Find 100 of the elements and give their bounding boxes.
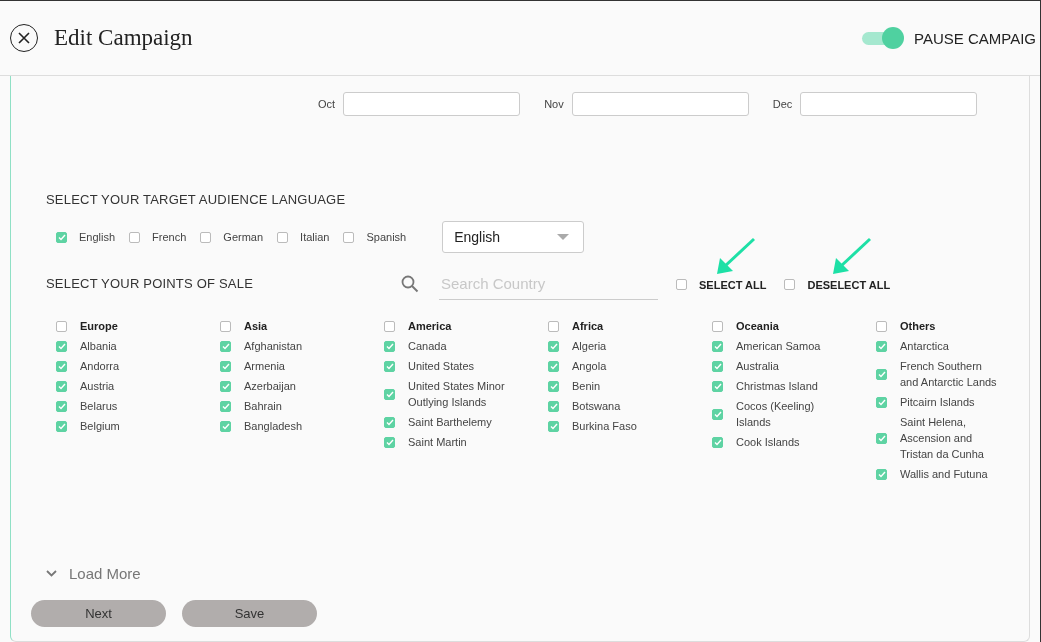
country-label: Saint Helena, Ascension and Tristan da Cunha — [900, 415, 985, 462]
checkbox[interactable] — [876, 320, 887, 332]
checkbox[interactable] — [876, 432, 887, 444]
checkbox-label: Spanish — [366, 231, 407, 243]
checkbox[interactable] — [712, 436, 723, 448]
country-label: Antarctica — [900, 339, 949, 354]
country-label: Benin — [572, 379, 601, 394]
month-label: Nov — [544, 98, 564, 110]
checkbox[interactable] — [548, 420, 559, 432]
country-label: Australia — [736, 359, 779, 374]
checkbox[interactable] — [384, 416, 395, 428]
checkbox[interactable] — [384, 360, 395, 372]
checkbox[interactable] — [384, 436, 395, 448]
country-label: Cocos (Keeling) Islands — [736, 399, 816, 430]
country-label: United States — [408, 359, 475, 374]
month-input[interactable] — [343, 92, 521, 116]
checkbox[interactable] — [220, 320, 231, 332]
checkbox[interactable] — [876, 340, 887, 352]
country-label: Burkina Faso — [572, 419, 637, 434]
checkbox[interactable] — [343, 231, 355, 243]
checkbox[interactable] — [712, 360, 723, 372]
checkbox[interactable] — [129, 231, 141, 243]
region-label: Asia — [244, 319, 268, 334]
country-label: Christmas Island — [736, 379, 818, 394]
checkbox[interactable] — [56, 400, 67, 412]
country-label: Bahrain — [244, 399, 282, 414]
checkbox[interactable] — [56, 340, 67, 352]
checkbox[interactable] — [548, 340, 559, 352]
country-label: Azerbaijan — [244, 379, 296, 394]
checkbox[interactable] — [712, 380, 723, 392]
section-heading: SELECT YOUR POINTS OF SALE — [46, 276, 253, 291]
toggle-label: PAUSE CAMPAIG — [914, 29, 1036, 47]
checkbox-label: German — [223, 231, 264, 243]
country-label: Botswana — [572, 399, 621, 414]
checkbox[interactable] — [876, 396, 887, 408]
checkbox[interactable] — [56, 360, 67, 372]
checkbox[interactable] — [548, 320, 559, 332]
checkbox[interactable] — [876, 468, 887, 480]
country-label: Austria — [80, 379, 115, 394]
country-label: Saint Martin — [408, 435, 467, 450]
country-label: American Samoa — [736, 339, 821, 354]
country-label: Andorra — [80, 359, 120, 374]
action-button[interactable]: Save — [182, 600, 317, 627]
checkbox[interactable] — [200, 231, 212, 243]
region-label: Europe — [80, 319, 118, 334]
checkbox[interactable] — [876, 368, 887, 380]
toggle-switch[interactable] — [862, 27, 904, 49]
checkbox[interactable] — [220, 380, 231, 392]
checkbox[interactable] — [220, 360, 231, 372]
checkbox[interactable] — [548, 380, 559, 392]
language-dropdown[interactable]: English — [442, 221, 585, 253]
checkbox[interactable] — [384, 320, 395, 332]
country-label: Pitcairn Islands — [900, 395, 975, 410]
region-label: Others — [900, 319, 936, 334]
country-label: Angola — [572, 359, 607, 374]
checkbox[interactable] — [220, 420, 231, 432]
checkbox[interactable] — [220, 400, 231, 412]
country-label: Armenia — [244, 359, 285, 374]
checkbox[interactable] — [784, 279, 796, 290]
checkbox-label: SELECT ALL — [699, 278, 767, 291]
country-label: Wallis and Futuna — [900, 467, 988, 482]
checkbox[interactable] — [384, 388, 395, 400]
region-label: America — [408, 319, 452, 334]
action-button[interactable]: Next — [31, 600, 166, 627]
checkbox[interactable] — [56, 320, 67, 332]
country-label: Algeria — [572, 339, 607, 354]
month-input[interactable] — [800, 92, 978, 116]
checkbox[interactable] — [56, 380, 67, 392]
load-more-button[interactable]: Load More — [46, 565, 1029, 582]
arrow-annotation-icon — [716, 236, 757, 275]
checkbox[interactable] — [384, 340, 395, 352]
country-label: Albania — [80, 339, 117, 354]
caret-icon — [557, 234, 570, 240]
checkbox[interactable] — [548, 360, 559, 372]
arrow-annotation-icon — [832, 236, 873, 275]
checkbox[interactable] — [220, 340, 231, 352]
checkbox[interactable] — [548, 400, 559, 412]
country-label: Cook Islands — [736, 435, 800, 450]
close-icon — [18, 32, 30, 44]
country-label: Bangladesh — [244, 419, 303, 434]
checkbox-label: French — [152, 231, 187, 243]
checkbox[interactable] — [712, 320, 723, 332]
checkbox[interactable] — [712, 408, 723, 420]
checkbox[interactable] — [712, 340, 723, 352]
section-heading: SELECT YOUR TARGET AUDIENCE LANGUAGE — [46, 192, 347, 207]
checkbox[interactable] — [277, 231, 289, 243]
checkbox[interactable] — [56, 420, 67, 432]
country-label: United States Minor Outlying Islands — [408, 379, 506, 410]
region-label: Oceania — [736, 319, 779, 334]
country-label: Canada — [408, 339, 447, 354]
checkbox-label: DESELECT ALL — [807, 278, 891, 291]
checkbox[interactable] — [56, 231, 67, 243]
checkbox-label: Italian — [300, 231, 330, 243]
country-label: Saint Barthelemy — [408, 415, 492, 430]
checkbox[interactable] — [676, 279, 687, 290]
region-label: Africa — [572, 319, 604, 334]
search-icon — [401, 274, 419, 293]
month-input[interactable] — [571, 92, 749, 116]
country-label: Belarus — [80, 399, 118, 414]
month-label: Dec — [772, 98, 793, 110]
